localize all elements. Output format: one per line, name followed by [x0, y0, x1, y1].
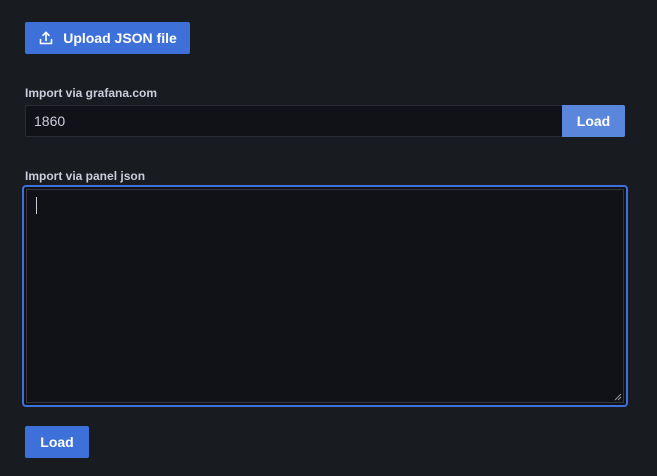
- grafana-com-label: Import via grafana.com: [25, 86, 158, 100]
- resize-grip-icon[interactable]: [614, 393, 622, 401]
- grafana-com-load-button[interactable]: Load: [562, 105, 625, 137]
- upload-json-button[interactable]: Upload JSON file: [25, 22, 190, 54]
- upload-json-label: Upload JSON file: [63, 30, 177, 46]
- panel-json-label: Import via panel json: [25, 169, 146, 183]
- panel-json-load-button[interactable]: Load: [25, 426, 89, 458]
- panel-json-focus-ring: [22, 185, 628, 407]
- upload-icon: [38, 30, 54, 46]
- panel-json-textarea[interactable]: [26, 189, 624, 403]
- grafana-com-input[interactable]: [25, 105, 562, 137]
- text-caret: [36, 197, 37, 214]
